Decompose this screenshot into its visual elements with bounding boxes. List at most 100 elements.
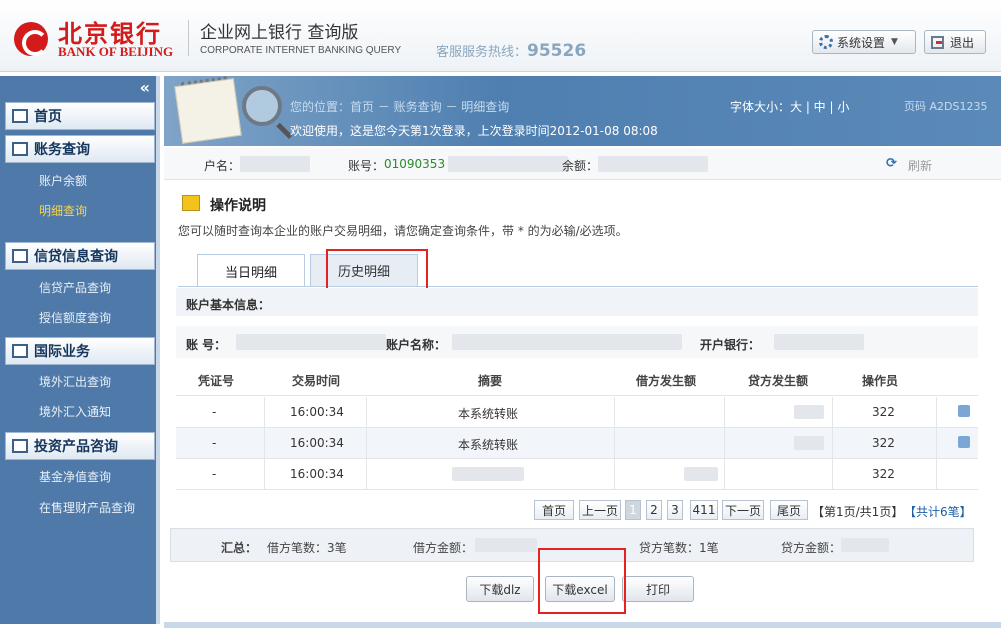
document-icon bbox=[12, 249, 28, 263]
cell-operator: 322 bbox=[872, 405, 895, 419]
logout-button[interactable]: 退出 bbox=[924, 30, 986, 54]
system-subtitle: CORPORATE INTERNET BANKING QUERY bbox=[200, 45, 402, 56]
page-code: 页码 A2DS1235 bbox=[904, 100, 988, 113]
chart-icon bbox=[12, 439, 28, 453]
cell-operator: 322 bbox=[872, 436, 895, 450]
cell-time: 16:00:34 bbox=[290, 467, 344, 481]
header-credit: 贷方发生额 bbox=[748, 374, 809, 388]
cell-voucher: - bbox=[212, 436, 217, 450]
exit-icon bbox=[931, 35, 944, 49]
font-size-switcher[interactable]: 字体大小：大 | 中 | 小 bbox=[730, 98, 849, 115]
credit-amount-value bbox=[841, 538, 889, 552]
account-bar: 户名： 账号： 01090353 余额： ⟳ 刷新 bbox=[164, 148, 1001, 180]
sidebar-section-label: 国际业务 bbox=[34, 344, 90, 360]
credit-count: 贷方笔数：1笔 bbox=[639, 541, 719, 555]
account-name-label: 户名： bbox=[204, 159, 241, 173]
cell-summary: 本系统转账 bbox=[458, 407, 519, 421]
cell-time: 16:00:34 bbox=[290, 405, 344, 419]
header-summary: 摘要 bbox=[478, 374, 503, 388]
header-debit: 借方发生额 bbox=[636, 374, 697, 388]
sidebar-item-fund-nav[interactable]: 基金净值查询 bbox=[5, 461, 155, 491]
breadcrumb: 您的位置：首页 － 账务查询 － 明细查询 bbox=[290, 100, 510, 114]
refresh-icon[interactable]: ⟳ bbox=[886, 156, 897, 171]
download-icon[interactable] bbox=[958, 436, 970, 448]
balance-value bbox=[598, 156, 708, 172]
sidebar-section-credit-query[interactable]: 信贷信息查询 bbox=[5, 242, 155, 270]
bottom-border bbox=[164, 622, 1001, 628]
cell-credit bbox=[794, 436, 824, 450]
last-page-button[interactable]: 尾页 bbox=[770, 500, 808, 520]
tab-divider bbox=[178, 286, 978, 287]
system-settings-button[interactable]: 系统设置 ▼ bbox=[812, 30, 916, 54]
sidebar-section-home[interactable]: 首页 bbox=[5, 102, 155, 130]
account-number-value: 01090353 bbox=[384, 157, 446, 171]
credit-amount-label: 贷方金额： bbox=[781, 541, 842, 555]
collapse-sidebar-icon[interactable]: « bbox=[140, 78, 150, 97]
account-no-label: 账 号： bbox=[186, 338, 227, 352]
cell-voucher: - bbox=[212, 405, 217, 419]
logout-label: 退出 bbox=[950, 35, 975, 50]
account-number-label: 账号： bbox=[348, 159, 385, 173]
sidebar-section-label: 首页 bbox=[34, 109, 62, 125]
sidebar-item-inward-remittance[interactable]: 境外汇入通知 bbox=[5, 396, 155, 426]
service-hotline: 客服服务热线：95526 bbox=[436, 41, 586, 61]
sidebar-item-credit-limit[interactable]: 授信额度查询 bbox=[5, 302, 155, 332]
sidebar-section-account-query[interactable]: 账务查询 bbox=[5, 135, 155, 163]
next-page-button[interactable]: 下一页 bbox=[722, 500, 764, 520]
notepad-icon bbox=[174, 78, 242, 144]
bank-logo-icon bbox=[14, 22, 48, 56]
table-row: - 16:00:34 本系统转账 322 bbox=[176, 397, 978, 428]
account-name-value bbox=[240, 156, 310, 172]
header-time: 交易时间 bbox=[292, 374, 341, 388]
system-settings-label: 系统设置 bbox=[837, 35, 886, 50]
page-info: 【第1页/共1页】 bbox=[812, 505, 904, 519]
sidebar-section-international[interactable]: 国际业务 bbox=[5, 337, 155, 365]
cell-voucher: - bbox=[212, 467, 217, 481]
refresh-link[interactable]: 刷新 bbox=[908, 157, 932, 174]
instructions-text: 您可以随时查询本企业的账户交易明细，请您确定查询条件，带 * 的为必输/必选项。 bbox=[178, 224, 628, 238]
welcome-message: 欢迎使用，这是您今天第1次登录，上次登录时间2012-01-08 08:08 bbox=[290, 124, 658, 138]
download-dlz-button[interactable]: 下载dlz bbox=[466, 576, 534, 602]
highlight-box-download-excel bbox=[538, 548, 626, 614]
prev-page-button[interactable]: 上一页 bbox=[579, 500, 621, 520]
page-total-box[interactable]: 411 bbox=[690, 500, 718, 520]
table-row: - 16:00:34 本系统转账 322 bbox=[176, 428, 978, 459]
hotline-number: 95526 bbox=[527, 41, 587, 61]
cell-operator: 322 bbox=[872, 467, 895, 481]
sidebar-item-outward-remittance[interactable]: 境外汇出查询 bbox=[5, 366, 155, 396]
opening-bank-label: 开户银行： bbox=[700, 338, 761, 352]
sidebar-item-wealth-products[interactable]: 在售理财产品查询 bbox=[5, 492, 155, 522]
cell-debit bbox=[684, 467, 718, 481]
cell-time: 16:00:34 bbox=[290, 436, 344, 450]
tab-today-details[interactable]: 当日明细 bbox=[197, 254, 305, 287]
page-3-button[interactable]: 3 bbox=[667, 500, 683, 520]
cell-credit bbox=[794, 405, 824, 419]
account-number-masked bbox=[448, 156, 568, 172]
chevron-down-icon: ▼ bbox=[891, 37, 898, 47]
first-page-button[interactable]: 首页 bbox=[534, 500, 574, 520]
gear-icon bbox=[819, 35, 833, 49]
debit-amount-label: 借方金额： bbox=[413, 541, 474, 555]
header-voucher: 凭证号 bbox=[198, 374, 235, 388]
sidebar-item-account-balance[interactable]: 账户余额 bbox=[5, 165, 155, 195]
page-1-button[interactable]: 1 bbox=[625, 500, 641, 520]
basic-info-row: 账 号： 账户名称： 开户银行： bbox=[176, 326, 978, 358]
balance-label: 余额： bbox=[562, 159, 599, 173]
opening-bank-value bbox=[774, 334, 864, 350]
sidebar-section-label: 账务查询 bbox=[34, 142, 90, 158]
header-operator: 操作员 bbox=[862, 374, 899, 388]
sidebar-section-investment[interactable]: 投资产品咨询 bbox=[5, 432, 155, 460]
debit-count: 借方笔数：3笔 bbox=[267, 541, 347, 555]
sidebar-item-detail-query[interactable]: 明细查询 bbox=[5, 195, 155, 225]
system-title: 企业网上银行 查询版 bbox=[200, 23, 359, 43]
account-name-label-2: 账户名称： bbox=[386, 338, 447, 352]
account-name-value-2 bbox=[452, 334, 682, 350]
sidebar-item-credit-products[interactable]: 信贷产品查询 bbox=[5, 272, 155, 302]
top-header: 北京银行 BANK OF BEIJING 企业网上银行 查询版 CORPORAT… bbox=[0, 0, 1001, 72]
print-button[interactable]: 打印 bbox=[622, 576, 694, 602]
download-icon[interactable] bbox=[958, 405, 970, 417]
instructions-title: 操作说明 bbox=[210, 198, 266, 214]
sidebar-section-label: 信贷信息查询 bbox=[34, 249, 118, 265]
header-divider bbox=[188, 20, 189, 56]
page-2-button[interactable]: 2 bbox=[646, 500, 662, 520]
